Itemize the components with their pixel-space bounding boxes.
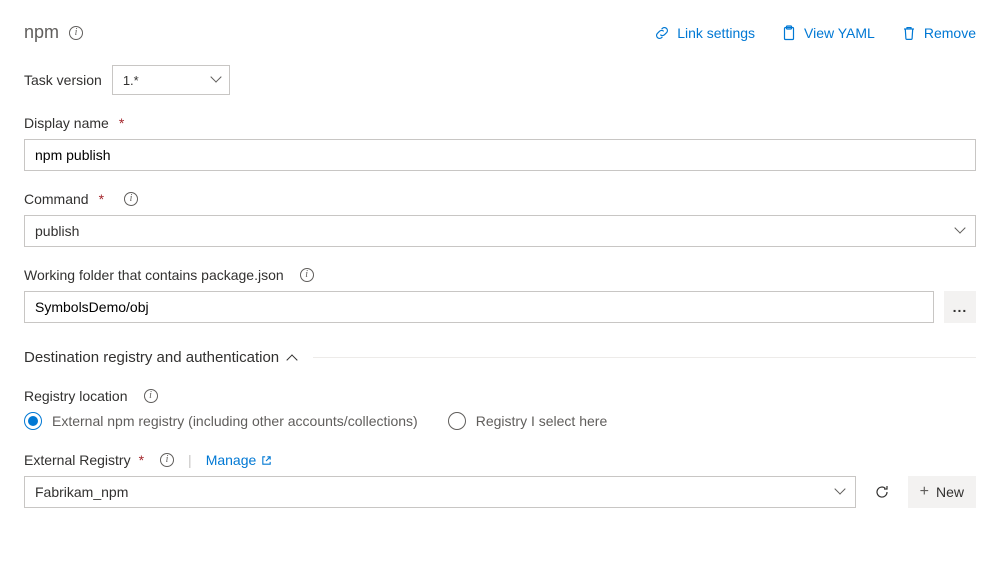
header: npm i Link settings [24,22,976,43]
plus-icon: + [920,484,929,500]
remove-button[interactable]: Remove [901,25,976,41]
browse-button[interactable]: ... [944,291,976,323]
refresh-icon [874,484,890,500]
radio-external-registry[interactable]: External npm registry (including other a… [24,412,418,430]
section-title: Destination registry and authentication [24,349,279,366]
external-registry-select[interactable]: Fabrikam_npm [24,476,856,508]
display-name-input[interactable] [24,139,976,171]
info-icon[interactable]: i [144,389,158,403]
external-registry-label: External Registry [24,452,131,468]
radio-registry-select-here[interactable]: Registry I select here [448,412,608,430]
header-actions: Link settings View YAML [654,25,976,41]
required-indicator: * [139,452,144,468]
manage-link[interactable]: Manage [206,452,273,468]
chevron-down-icon [211,75,221,85]
link-settings-button[interactable]: Link settings [654,25,755,41]
chevron-down-icon [955,226,965,236]
trash-icon [901,25,917,41]
radio-icon [448,412,466,430]
registry-location-label: Registry location [24,388,128,404]
info-icon[interactable]: i [160,453,174,467]
clipboard-icon [781,25,797,41]
new-button[interactable]: + New [908,476,976,508]
command-select[interactable]: publish [24,215,976,247]
chevron-down-icon [835,487,845,497]
display-name-label: Display name [24,115,109,131]
link-icon [654,25,670,41]
task-version-label: Task version [24,72,102,88]
command-label: Command [24,191,89,207]
chevron-up-icon [287,352,299,364]
registry-location-radio-group: External npm registry (including other a… [24,412,976,430]
open-external-icon [261,455,272,466]
required-indicator: * [119,115,124,131]
working-folder-label: Working folder that contains package.jso… [24,267,284,283]
view-yaml-button[interactable]: View YAML [781,25,875,41]
info-icon[interactable]: i [124,192,138,206]
page-title: npm [24,22,59,43]
refresh-button[interactable] [866,476,898,508]
info-icon[interactable]: i [69,26,83,40]
required-indicator: * [99,191,104,207]
working-folder-input[interactable] [24,291,934,323]
separator: | [188,452,192,468]
task-version-select[interactable]: 1.* [112,65,230,95]
section-header[interactable]: Destination registry and authentication [24,349,976,366]
info-icon[interactable]: i [300,268,314,282]
divider [313,357,976,358]
radio-icon [24,412,42,430]
